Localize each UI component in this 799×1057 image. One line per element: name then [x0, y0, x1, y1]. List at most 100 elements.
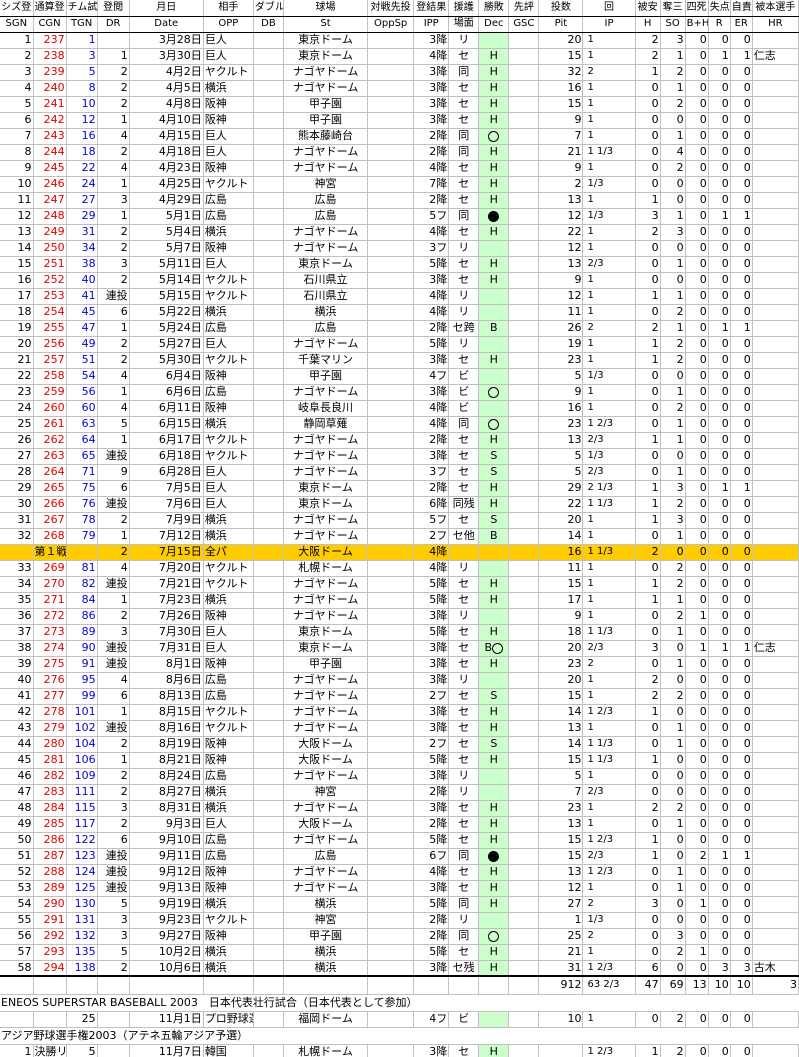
cell-dec [478, 672, 510, 689]
table-row: 28 264 71 9 6月28日 巨人 ナゴヤドーム 3フセ S 5 2/3 0 1 0 0 0 [0, 464, 799, 481]
cell-date: 6月28日 [129, 464, 204, 481]
cell-dr: 1 [97, 208, 130, 225]
cell-h: 2 [635, 224, 661, 241]
cell-so: 4 [660, 144, 686, 161]
cell-h: 1 [635, 704, 661, 721]
header-row-top: シズ登 通算登 チム試 登閲 月日 相手 ダブル 球場 対戦先投 登結果 援護 勝敗 先評 投数回被安 奪三… [0, 0, 799, 17]
cell-h: 0 [635, 448, 661, 465]
total-opp-sp [367, 975, 415, 995]
cell-ipp: 4降 [413, 864, 450, 881]
cell-so: 2 [660, 352, 686, 369]
cell-h: 3 [635, 640, 661, 657]
cell-bh: 0 [685, 832, 709, 849]
cell-er: 0 [730, 224, 753, 241]
cell-sgn: 31 [0, 512, 34, 529]
dec-text: B [484, 641, 493, 654]
cell-stadium: 福岡ドーム [283, 1011, 369, 1028]
cell-date: 11月7日 [129, 1044, 204, 1057]
cell-er: 0 [730, 64, 753, 81]
cell-sgn: 24 [0, 400, 34, 417]
cell-date: 8月27日 [129, 784, 204, 801]
cell-stadium: 東京ドーム [283, 624, 369, 641]
cell-dec [478, 368, 510, 385]
cell-scene: セ跨 [448, 320, 480, 337]
table-row: 55 291 131 3 9月23日 ヤクルト 神宮 2降リ 1 1/3 0 0 0 0 0 [0, 912, 799, 929]
table-row: 22 258 54 4 6月4日 阪神 甲子園 4フビ 5 1/3 0 0 0 0 0 [0, 368, 799, 385]
header-date: Date [129, 16, 204, 33]
cell-stadium: 千葉マリン [283, 352, 369, 369]
cell-date: 7月5日 [129, 480, 204, 497]
cell-so: 1 [660, 208, 686, 225]
cell-opp: ヤクルト [203, 576, 254, 593]
cell-h: 0 [635, 720, 661, 737]
cell-db [253, 272, 284, 289]
cell-so: 2 [660, 96, 686, 113]
cell-hr [752, 736, 799, 753]
cell-ipp: 3降 [413, 80, 450, 97]
cell-db [253, 768, 284, 785]
cell-so: 1 [660, 128, 686, 145]
cell-h: 2 [635, 672, 661, 689]
cell-r: 0 [708, 176, 731, 193]
cell-cgn: 281 [33, 752, 67, 769]
cell-tgn: 75 [66, 480, 98, 497]
table-row: 14 250 34 2 5月7日 阪神 ナゴヤドーム 3フリ 12 1 0 0 0 0 0 [0, 240, 799, 257]
cell-so: 1 [660, 256, 686, 273]
cell-ipp: 5降 [413, 624, 450, 641]
cell-ipp: 2降 [413, 432, 450, 449]
cell-scene: リ [448, 304, 480, 321]
cell-dr: 連投 [97, 576, 130, 593]
cell-bh: 0 [685, 752, 709, 769]
cell-er: 0 [730, 336, 753, 353]
cell-db [253, 672, 284, 689]
cell-ipp: 3降 [413, 112, 450, 129]
cell-ip: 1 [582, 528, 636, 545]
total-r: 10 [708, 975, 731, 995]
cell-opp-sp [367, 192, 415, 209]
cell-db [253, 432, 284, 449]
cell-pit: 21 [538, 144, 584, 161]
cell-opp-sp [367, 880, 415, 897]
cell-date: 7月21日 [129, 576, 204, 593]
cell-gsc [508, 320, 540, 337]
cell-bh: 0 [685, 528, 709, 545]
cell-sgn: 34 [0, 576, 34, 593]
table-row: 4 240 8 2 4月5日 横浜 ナゴヤドーム 3降セ H 16 1 0 1 0 0 0 [0, 80, 799, 97]
cell-dr: 1 [97, 384, 130, 401]
cell-stadium: 横浜 [283, 896, 369, 913]
cell-bh: 0 [685, 960, 709, 977]
cell-scene: 同残 [448, 496, 480, 513]
cell-pit: 22 [538, 496, 584, 513]
cell-gsc [508, 720, 540, 737]
cell-scene: セ他 [448, 528, 480, 545]
cell-dec: H [478, 224, 510, 241]
cell-dec: H [478, 1044, 510, 1057]
cell-sgn: 55 [0, 912, 34, 929]
cell-dr: 連投 [97, 848, 130, 865]
cell-ip: 2 [582, 320, 636, 337]
cell-h: 1 [635, 192, 661, 209]
cell-date: 8月6日 [129, 672, 204, 689]
cell-gsc [508, 272, 540, 289]
cell-so: 0 [660, 640, 686, 657]
cell-tgn: 106 [66, 752, 98, 769]
cell-tgn: 25 [66, 1011, 98, 1028]
cell-ipp: 3降 [413, 608, 450, 625]
cell-tgn: 102 [66, 720, 98, 737]
cell-opp-sp [367, 224, 415, 241]
cell-so: 0 [660, 960, 686, 977]
cell-h: 2 [635, 800, 661, 817]
table-row: 51 287 123 連投 9月11日 広島 広島 6フ同 15 2/3 1 0 2 1 1 [0, 848, 799, 865]
cell-ipp: 4降 [413, 560, 450, 577]
cell-h: 0 [635, 912, 661, 929]
cell-opp: 広島 [203, 672, 254, 689]
total-ipp [413, 975, 450, 995]
header-r: 失点 [708, 0, 731, 17]
cell-er: 0 [730, 528, 753, 545]
cell-hr [752, 144, 799, 161]
cell-ipp: 6フ [413, 848, 450, 865]
cell-r: 0 [708, 1011, 731, 1028]
cell-stadium: 札幌ドーム [283, 1044, 369, 1057]
cell-hr [752, 720, 799, 737]
cell-cgn: 258 [33, 368, 67, 385]
